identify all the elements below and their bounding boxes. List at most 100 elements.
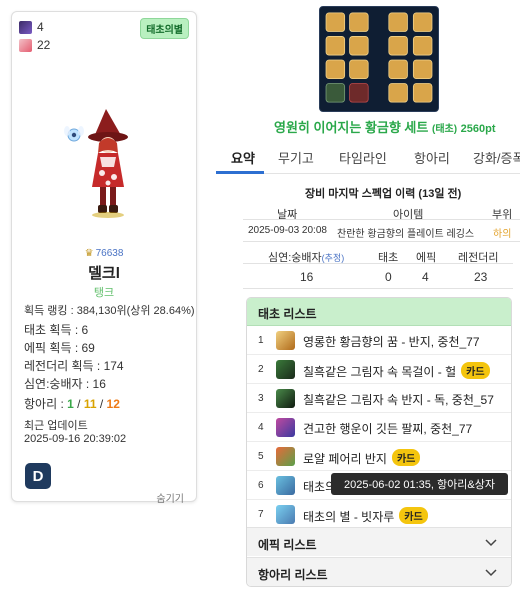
ranking-text: 획득 랭킹 : 384,130위(상위 28.64%) [24, 305, 195, 317]
estimate-note: (추정) [321, 253, 345, 263]
hangari-list-title: 항아리 리스트 [258, 568, 328, 582]
hangari-sep: / [73, 397, 84, 411]
item-number: 6 [258, 480, 264, 491]
list-item[interactable]: 1 영롱한 황금향의 꿈 - 반지, 중천_77 [247, 326, 511, 355]
history-date: 2025-09-03 20:08 [248, 225, 327, 236]
necklace-icon [276, 360, 295, 379]
item-name-text: 칠흑같은 그림자 속 목걸이 - 헐 [303, 365, 457, 379]
hangari-list-toggle[interactable]: 항아리 리스트 [247, 557, 511, 586]
taecho-star-badge: 태초의별 [140, 18, 189, 39]
taecho-list-title: 태초 리스트 [258, 307, 317, 321]
set-equipment-image [319, 6, 439, 112]
hangari-sep: / [96, 397, 107, 411]
legendary-count: 레전더리 획득 : 174 [24, 359, 124, 373]
fame-icon: ♛ [84, 248, 94, 259]
tab-enhance[interactable]: 강화/증폭 [473, 148, 520, 167]
stat-row-1: 4 [19, 20, 44, 34]
fame-score: ♛ 76638 [12, 248, 196, 259]
history-item: 찬란한 황금향의 플레이트 레깅스 [337, 229, 475, 240]
history-slot: 하의 [493, 229, 512, 240]
update-time: 2025-09-16 20:39:02 [24, 433, 127, 445]
item-name: 칠흑같은 그림자 속 반지 - 독, 중천_57 [303, 391, 494, 408]
card-badge: 카드 [399, 507, 428, 524]
card-badge: 카드 [391, 449, 421, 466]
item-name-text: 칠흑같은 그림자 속 반지 - 독, 중천_57 [303, 393, 494, 407]
character-name: 델크l [88, 265, 120, 282]
divider [243, 241, 520, 242]
chevron-down-icon [485, 569, 497, 577]
list-item[interactable]: 3 칠흑같은 그림자 속 반지 - 독, 중천_57 [247, 384, 511, 413]
abyss-count: 심연:숭배자 : 16 [24, 377, 106, 391]
epic-list-toggle[interactable]: 에픽 리스트 [247, 527, 511, 556]
item-name-text: 견고한 행운이 깃든 팔찌, 중천_77 [303, 422, 473, 436]
stat-value-2: 22 [37, 38, 51, 52]
history-title: 장비 마지막 스펙업 이력 (13일 전) [305, 188, 462, 200]
item-name: 영롱한 황금향의 꿈 - 반지, 중천_77 [303, 333, 480, 350]
acquisition-tooltip: 2025-06-02 01:35, 항아리&상자 [331, 473, 508, 495]
card-badge: 카드 [461, 362, 490, 379]
character-stat-icon [19, 20, 32, 34]
list-item[interactable]: 2 칠흑같은 그림자 속 목걸이 - 헐 카드 [247, 355, 511, 384]
app-icon-letter: D [32, 467, 44, 485]
dundam-app-button[interactable]: D [25, 463, 51, 489]
item-number: 2 [258, 364, 264, 375]
hangari-green: 1 [67, 397, 74, 411]
item-name-text: 로얄 페어리 반지 [303, 452, 387, 466]
taecho-list-panel: 태초 리스트 1 영롱한 황금향의 꿈 - 반지, 중천_77 2 칠흑같은 그… [246, 297, 512, 587]
tab-timeline[interactable]: 타임라인 [339, 148, 387, 167]
tab-hangari[interactable]: 항아리 [414, 148, 450, 167]
set-title: 영원히 이어지는 황금향 세트 (태초) 2560pt [274, 117, 496, 136]
star-item-icon [276, 476, 295, 495]
divider [243, 219, 520, 220]
stat-row-2: 22 [19, 38, 50, 52]
hangari-count: 항아리 : 1 / 11 / 12 [24, 395, 120, 412]
character-stat-icon [19, 38, 32, 52]
item-name: 견고한 행운이 깃든 팔찌, 중천_77 [303, 420, 472, 437]
hangari-yellow: 11 [83, 397, 97, 411]
divider [243, 288, 513, 289]
hide-button[interactable]: 숨기기 [156, 490, 184, 505]
item-name-text: 영롱한 황금향의 꿈 - 반지, 중천_77 [303, 335, 480, 349]
level-value-abyss: 16 [300, 270, 314, 284]
list-item[interactable]: 7 태초의 별 - 빗자루 카드 [247, 500, 511, 529]
item-number: 5 [258, 451, 264, 462]
set-rarity: (태초) [431, 124, 458, 135]
tab-armory[interactable]: 무기고 [278, 148, 314, 167]
item-number: 1 [258, 335, 264, 346]
taecho-list-header: 태초 리스트 [247, 298, 511, 326]
item-number: 3 [258, 393, 264, 404]
item-name: 칠흑같은 그림자 속 목걸이 - 헐 카드 [303, 362, 490, 380]
character-class: 탱크 [93, 287, 115, 299]
list-item[interactable]: 4 견고한 행운이 깃든 팔찌, 중천_77 [247, 413, 511, 442]
level-value-taecho: 0 [385, 270, 392, 284]
item-name: 태초의 별 - 빗자루 카드 [303, 507, 428, 525]
item-name: 로얄 페어리 반지 카드 [303, 449, 421, 467]
update-label: 최근 업데이트 [24, 420, 88, 432]
epic-count: 에픽 획득 : 69 [24, 341, 95, 355]
bracelet-icon [276, 418, 295, 437]
chevron-down-icon [485, 539, 497, 547]
character-avatar [64, 109, 128, 218]
broom-icon [276, 505, 295, 524]
level-value-epic: 4 [422, 270, 429, 284]
level-value-legendary: 23 [474, 270, 488, 284]
item-number: 4 [258, 422, 264, 433]
divider [243, 263, 513, 264]
set-points: 2560pt [460, 123, 496, 135]
item-number: 7 [258, 509, 264, 520]
list-item[interactable]: 5 로얄 페어리 반지 카드 [247, 442, 511, 471]
tab-summary[interactable]: 요약 [231, 148, 255, 167]
character-card: 4 22 태초의별 ♛ 76638 델크l 탱크 획득 랭킹 : 384,130… [11, 11, 197, 505]
taecho-count: 태초 획득 : 6 [24, 323, 89, 337]
hangari-orange: 12 [106, 397, 120, 411]
ring-icon [276, 389, 295, 408]
hangari-label: 항아리 : [24, 397, 68, 411]
item-name-text: 태초의 별 - 빗자루 [303, 510, 395, 524]
fame-value: 76638 [95, 248, 124, 259]
active-tab-indicator [216, 171, 264, 174]
stat-value-1: 4 [37, 20, 44, 34]
ring-icon [276, 447, 295, 466]
ring-icon [276, 331, 295, 350]
epic-list-title: 에픽 리스트 [258, 538, 317, 552]
set-name: 영원히 이어지는 황금향 세트 [274, 120, 429, 135]
